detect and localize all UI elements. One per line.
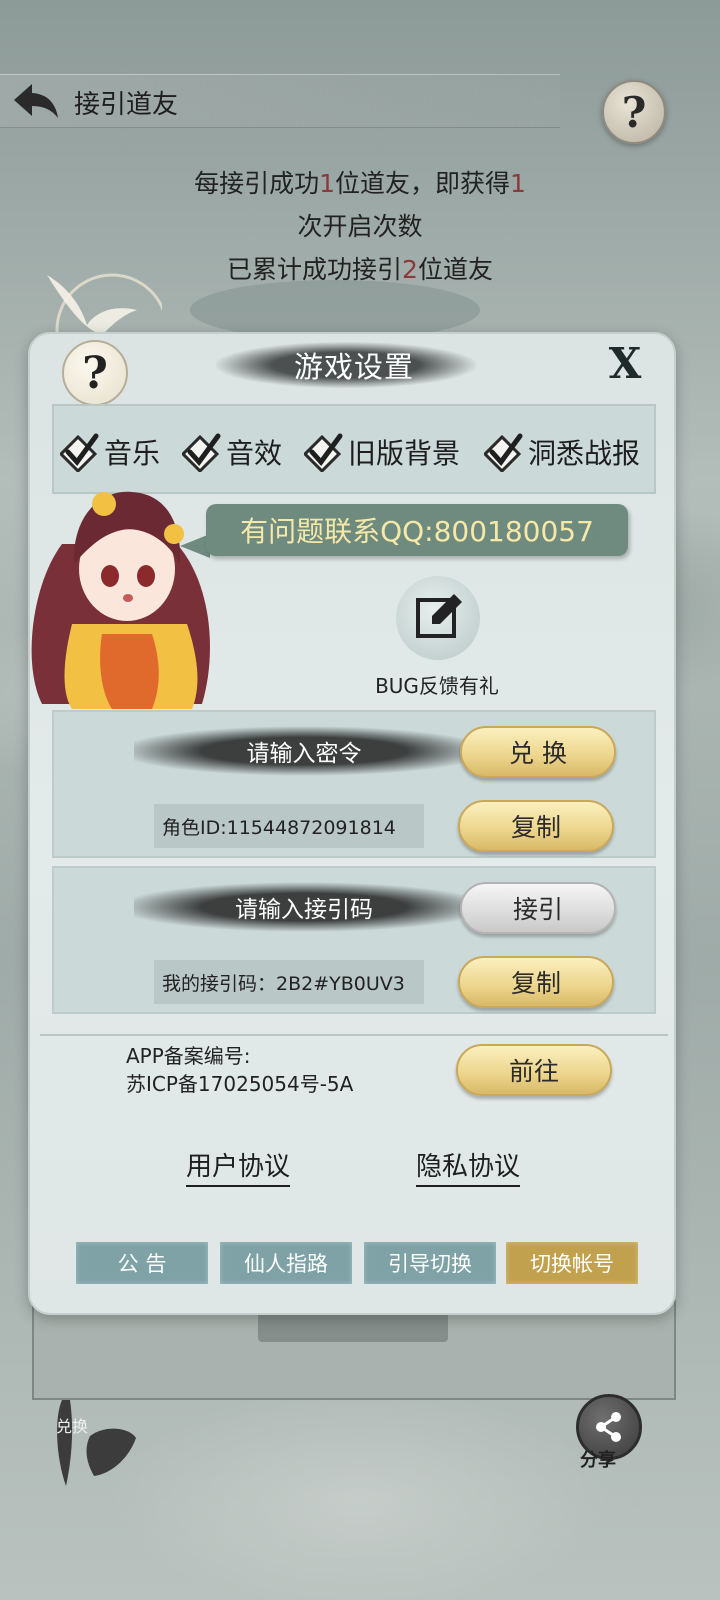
referral-code-input[interactable]: 请输入接引码 <box>134 882 474 932</box>
icp-record: APP备案编号: 苏ICP备17025054号-5A <box>126 1044 354 1096</box>
redeem-code-input[interactable]: 请输入密令 <box>134 726 474 776</box>
help-icon[interactable]: ? <box>602 80 666 144</box>
bug-feedback-button[interactable] <box>396 576 480 660</box>
bug-feedback-label: BUG反馈有礼 <box>375 674 499 698</box>
divider <box>40 1034 668 1036</box>
settings-dialog: 游戏设置 ? X 音乐 音效 旧版背景 洞悉战报 有问题联系QQ:8001800… <box>28 332 676 1315</box>
user-agreement-link[interactable]: 用户协议 <box>186 1146 291 1187</box>
redeem-button[interactable]: 兑 换 <box>460 726 616 778</box>
option-old-background[interactable]: 旧版背景 <box>304 432 460 472</box>
copy-referral-code-button[interactable]: 复制 <box>458 956 614 1008</box>
redeem-side-icon[interactable]: 兑换 <box>50 1398 140 1488</box>
back-arrow-icon[interactable] <box>10 80 62 122</box>
go-button[interactable]: 前往 <box>456 1044 612 1096</box>
checkbox-checked-icon <box>484 433 523 472</box>
share-icon <box>596 1412 621 1442</box>
referral-button[interactable]: 接引 <box>460 882 616 934</box>
edit-icon <box>416 594 462 638</box>
qq-contact-bubble: 有问题联系QQ:800180057 <box>206 504 628 556</box>
role-id-field: 角色ID:11544872091814 <box>154 804 424 848</box>
dialog-help-icon[interactable]: ? <box>62 340 128 406</box>
referral-section: 请输入接引码 接引 我的接引码：2B2#YB0UV3 复制 <box>52 866 656 1014</box>
guide-button[interactable]: 仙人指路 <box>220 1242 352 1284</box>
svg-text:兑换: 兑换 <box>56 1417 88 1436</box>
share-label: 分享 <box>580 1450 616 1471</box>
redeem-section: 请输入密令 兑 换 角色ID:11544872091814 复制 <box>52 710 656 858</box>
page-title: 接引道友 <box>74 90 179 120</box>
copy-role-id-button[interactable]: 复制 <box>458 800 614 852</box>
mascot-girl-illustration <box>31 491 210 709</box>
tutorial-switch-button[interactable]: 引导切换 <box>364 1242 496 1284</box>
info-line-2: 次开启次数 <box>297 212 423 241</box>
my-referral-code-field: 我的接引码：2B2#YB0UV3 <box>154 960 424 1004</box>
background-fish <box>190 280 480 340</box>
close-icon[interactable]: X <box>598 338 652 388</box>
switch-account-button[interactable]: 切换帐号 <box>506 1242 638 1284</box>
privacy-policy-link[interactable]: 隐私协议 <box>416 1146 521 1187</box>
checkbox-checked-icon <box>304 433 343 472</box>
announcement-button[interactable]: 公 告 <box>76 1242 208 1284</box>
info-line-1: 每接引成功1位道友，即获得1 <box>194 169 526 198</box>
option-battle-report[interactable]: 洞悉战报 <box>484 432 640 472</box>
